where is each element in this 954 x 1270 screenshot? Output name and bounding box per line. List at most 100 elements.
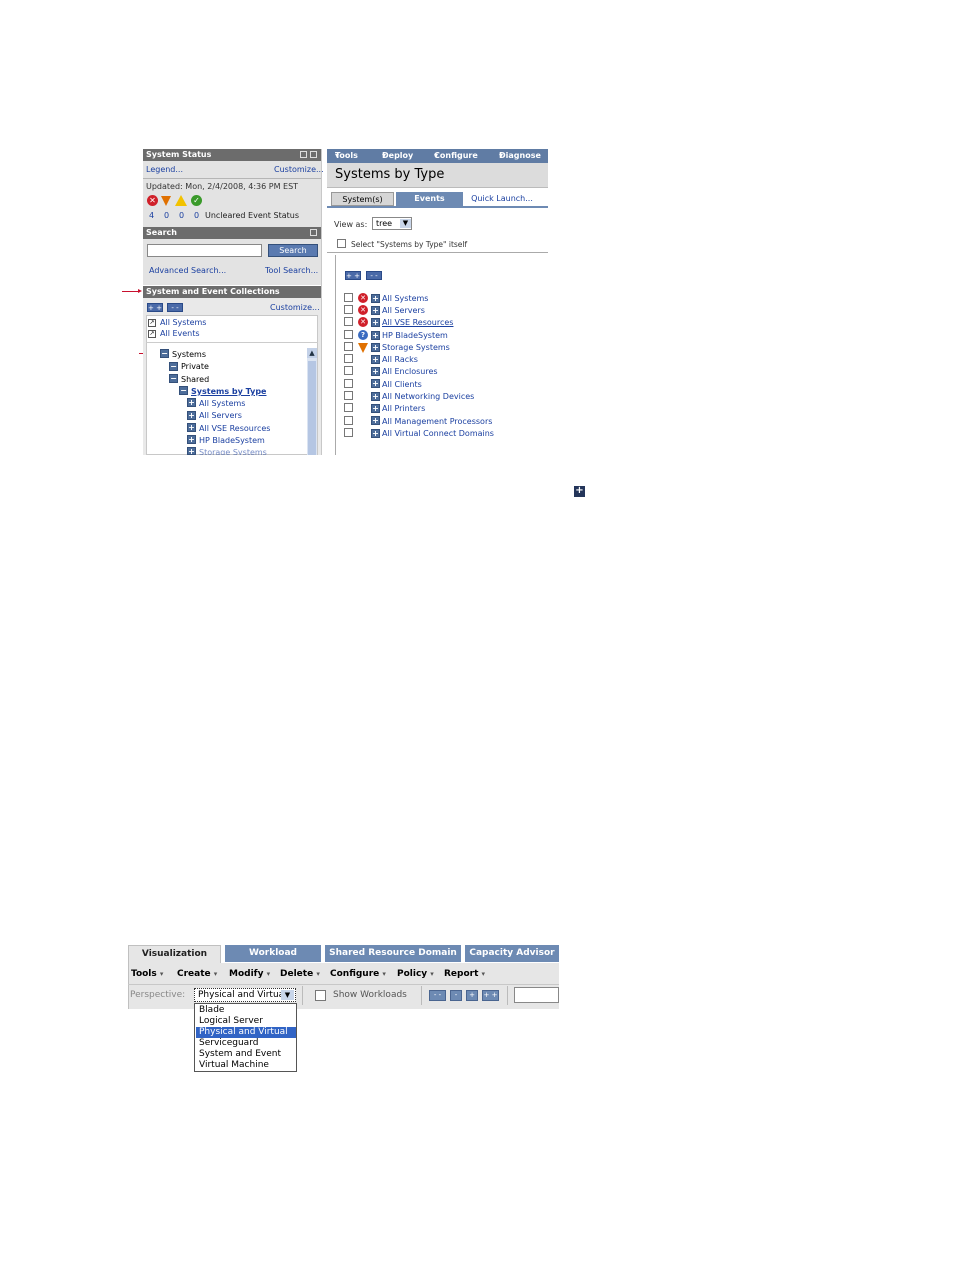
tree-private[interactable]: Private (181, 362, 209, 371)
all-systems-shortcut[interactable]: All Systems (160, 318, 206, 327)
row-all-systems[interactable]: All Systems (382, 294, 428, 303)
collapse-icon[interactable]: − (179, 386, 188, 395)
show-workloads-checkbox[interactable] (315, 990, 326, 1001)
count-normal[interactable]: 0 (194, 211, 199, 220)
count-critical[interactable]: 4 (149, 211, 154, 220)
row-storage-systems[interactable]: Storage Systems (382, 343, 450, 352)
collections-customize-link[interactable]: Customize... (270, 303, 320, 312)
menu-modify[interactable]: Modify ▾ (229, 965, 270, 983)
tree-systems[interactable]: Systems (172, 350, 206, 359)
row-all-management-processors[interactable]: All Management Processors (382, 417, 492, 426)
menu-tools[interactable]: Tools ▾ (131, 965, 163, 983)
row-checkbox[interactable] (344, 354, 353, 363)
collapse-icon[interactable]: − (169, 362, 178, 371)
menu-configure[interactable]: Configure ▾ (434, 149, 478, 163)
expand-icon[interactable]: + (371, 429, 380, 438)
collapse-button[interactable]: - (450, 990, 462, 1001)
search-input[interactable] (147, 244, 262, 257)
menu-diagnose[interactable]: Diagnose ▾ (499, 149, 541, 163)
menu-policy[interactable]: Policy ▾ (397, 965, 434, 983)
collapse-icon[interactable]: − (169, 374, 178, 383)
expand-icon[interactable]: + (371, 343, 380, 352)
count-major[interactable]: 0 (164, 211, 169, 220)
expand-icon[interactable]: + (187, 423, 196, 432)
search-button[interactable]: Search (268, 244, 318, 257)
tree-systems-by-type[interactable]: Systems by Type (191, 387, 266, 396)
minimize-icon[interactable] (310, 151, 317, 158)
tab-capacity-advisor[interactable]: Capacity Advisor (465, 945, 559, 962)
row-all-vse-resources[interactable]: All VSE Resources (382, 318, 453, 327)
option-serviceguard[interactable]: Serviceguard (196, 1038, 296, 1049)
row-checkbox[interactable] (344, 391, 353, 400)
row-checkbox[interactable] (344, 428, 353, 437)
option-blade[interactable]: Blade (196, 1005, 296, 1016)
tree-all-systems[interactable]: All Systems (199, 399, 245, 408)
expand-button[interactable]: + (466, 990, 478, 1001)
row-checkbox[interactable] (344, 366, 353, 375)
advanced-search-link[interactable]: Advanced Search... (149, 266, 226, 275)
expand-icon[interactable]: + (371, 367, 380, 376)
row-all-printers[interactable]: All Printers (382, 404, 425, 413)
row-checkbox[interactable] (344, 342, 353, 351)
tree-shared[interactable]: Shared (181, 375, 209, 384)
collapse-all-button[interactable]: - - (366, 271, 382, 280)
expand-icon[interactable]: + (371, 392, 380, 401)
row-checkbox[interactable] (344, 330, 353, 339)
row-checkbox[interactable] (344, 293, 353, 302)
option-system-and-event[interactable]: System and Event (196, 1049, 296, 1060)
tab-systems[interactable]: System(s) (331, 192, 394, 206)
menu-delete[interactable]: Delete ▾ (280, 965, 320, 983)
expand-icon[interactable]: + (371, 379, 380, 388)
tree-all-servers[interactable]: All Servers (199, 411, 242, 420)
tool-search-link[interactable]: Tool Search... (265, 266, 318, 275)
row-all-networking-devices[interactable]: All Networking Devices (382, 392, 474, 401)
expand-icon[interactable]: + (371, 331, 380, 340)
restore-icon[interactable] (300, 151, 307, 158)
collapse-all-button[interactable]: - - (429, 990, 446, 1001)
tree-hp-bladesystem[interactable]: HP BladeSystem (199, 436, 265, 445)
expand-all-button[interactable]: + + (147, 303, 163, 312)
collapse-all-button[interactable]: - - (167, 303, 183, 312)
row-hp-bladesystem[interactable]: HP BladeSystem (382, 331, 448, 340)
menu-deploy[interactable]: Deploy ▾ (382, 149, 413, 163)
row-checkbox[interactable] (344, 317, 353, 326)
filter-input[interactable] (514, 987, 559, 1003)
expand-icon[interactable]: + (187, 398, 196, 407)
row-checkbox[interactable] (344, 416, 353, 425)
menu-tools[interactable]: Tools ▾ (335, 149, 358, 163)
expand-icon[interactable]: + (371, 294, 380, 303)
row-all-enclosures[interactable]: All Enclosures (382, 367, 438, 376)
row-checkbox[interactable] (344, 403, 353, 412)
option-physical-and-virtual[interactable]: Physical and Virtual (196, 1027, 296, 1038)
option-logical-server[interactable]: Logical Server (196, 1016, 296, 1027)
select-itself-checkbox[interactable] (337, 239, 346, 248)
expand-icon[interactable]: + (371, 306, 380, 315)
scroll-up-icon[interactable]: ▲ (307, 348, 317, 358)
perspective-select[interactable]: Physical and Virtual ▼ (194, 988, 296, 1002)
expand-all-button[interactable]: + + (345, 271, 361, 280)
tab-workload[interactable]: Workload (225, 945, 321, 962)
collapse-icon[interactable]: − (160, 349, 169, 358)
tab-visualization[interactable]: Visualization (128, 945, 221, 964)
status-customize-link[interactable]: Customize... (274, 165, 324, 174)
tree-storage-systems[interactable]: Storage Systems (199, 448, 267, 455)
option-virtual-machine[interactable]: Virtual Machine (196, 1060, 296, 1071)
expand-icon[interactable]: + (187, 447, 196, 456)
menu-create[interactable]: Create ▾ (177, 965, 217, 983)
row-checkbox[interactable] (344, 305, 353, 314)
minimize-icon[interactable] (310, 229, 317, 236)
expand-icon[interactable]: + (371, 404, 380, 413)
tab-events[interactable]: Events (396, 192, 463, 206)
legend-link[interactable]: Legend... (146, 165, 183, 174)
row-all-racks[interactable]: All Racks (382, 355, 418, 364)
count-minor[interactable]: 0 (179, 211, 184, 220)
tree-all-vse-resources[interactable]: All VSE Resources (199, 424, 270, 433)
row-checkbox[interactable] (344, 379, 353, 388)
menu-configure[interactable]: Configure ▾ (330, 965, 386, 983)
expand-icon[interactable]: + (371, 416, 380, 425)
expand-icon[interactable]: + (187, 411, 196, 420)
all-events-shortcut[interactable]: All Events (160, 329, 200, 338)
tab-shared-resource-domain[interactable]: Shared Resource Domain (325, 945, 461, 962)
expand-icon[interactable]: + (371, 355, 380, 364)
row-all-clients[interactable]: All Clients (382, 380, 422, 389)
